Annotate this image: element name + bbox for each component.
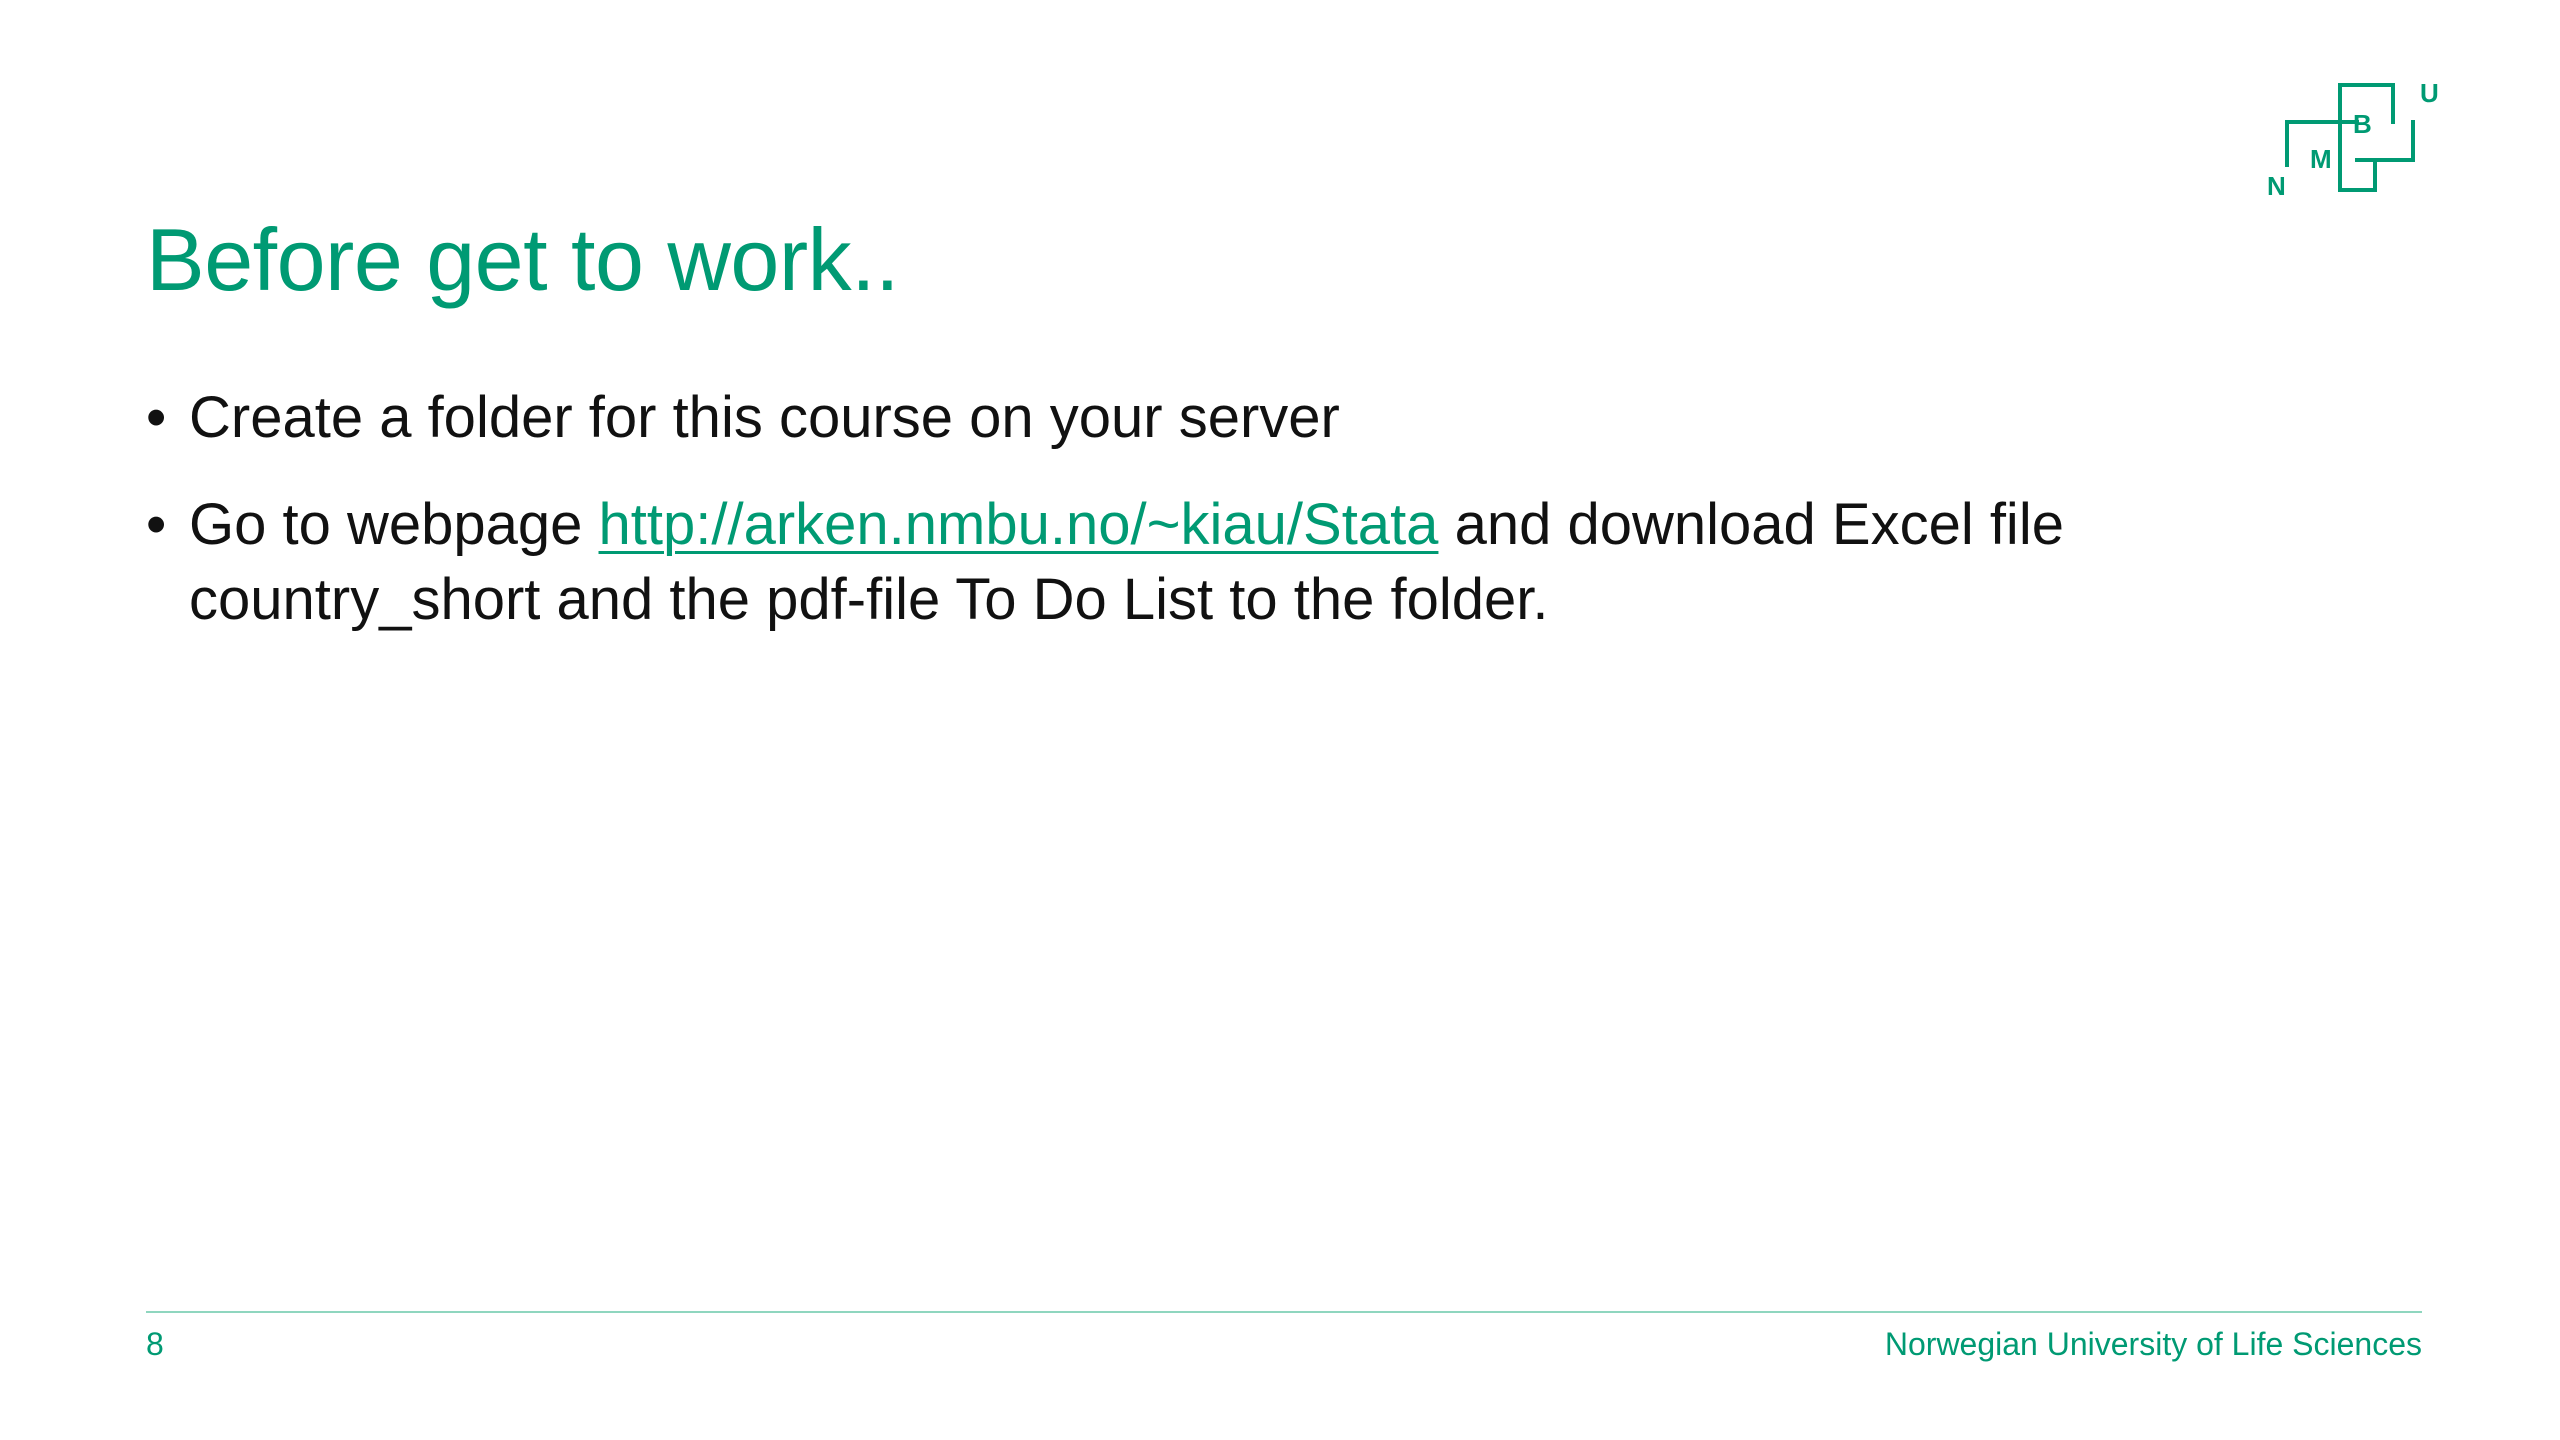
footer-organization: Norwegian University of Life Sciences (1884, 1326, 2422, 1362)
logo-letter-n: N (2267, 171, 2286, 201)
bullet-text-before-link: Go to webpage (189, 492, 599, 557)
footer-divider (146, 1311, 2422, 1313)
bullet-item-2: • Go to webpage http://arken.nmbu.no/~ki… (146, 487, 2146, 637)
logo-letter-m: M (2310, 144, 2332, 174)
bullet-item-1: • Create a folder for this course on you… (146, 380, 2146, 455)
logo-letter-b: B (2353, 109, 2372, 139)
slide: N M B U Before get to work.. • Create a … (0, 0, 2560, 1440)
nmbu-logo-icon: N M B U (2267, 80, 2439, 201)
slide-title: Before get to work.. (146, 210, 900, 309)
logo-letter-u: U (2420, 80, 2439, 108)
bullet-text: Create a folder for this course on your … (189, 385, 1340, 450)
bullet-dot: • (146, 492, 167, 557)
page-number: 8 (146, 1326, 164, 1362)
course-webpage-link[interactable]: http://arken.nmbu.no/~kiau/Stata (599, 492, 1439, 557)
bullet-list: • Create a folder for this course on you… (146, 380, 2146, 669)
bullet-dot: • (146, 385, 167, 450)
